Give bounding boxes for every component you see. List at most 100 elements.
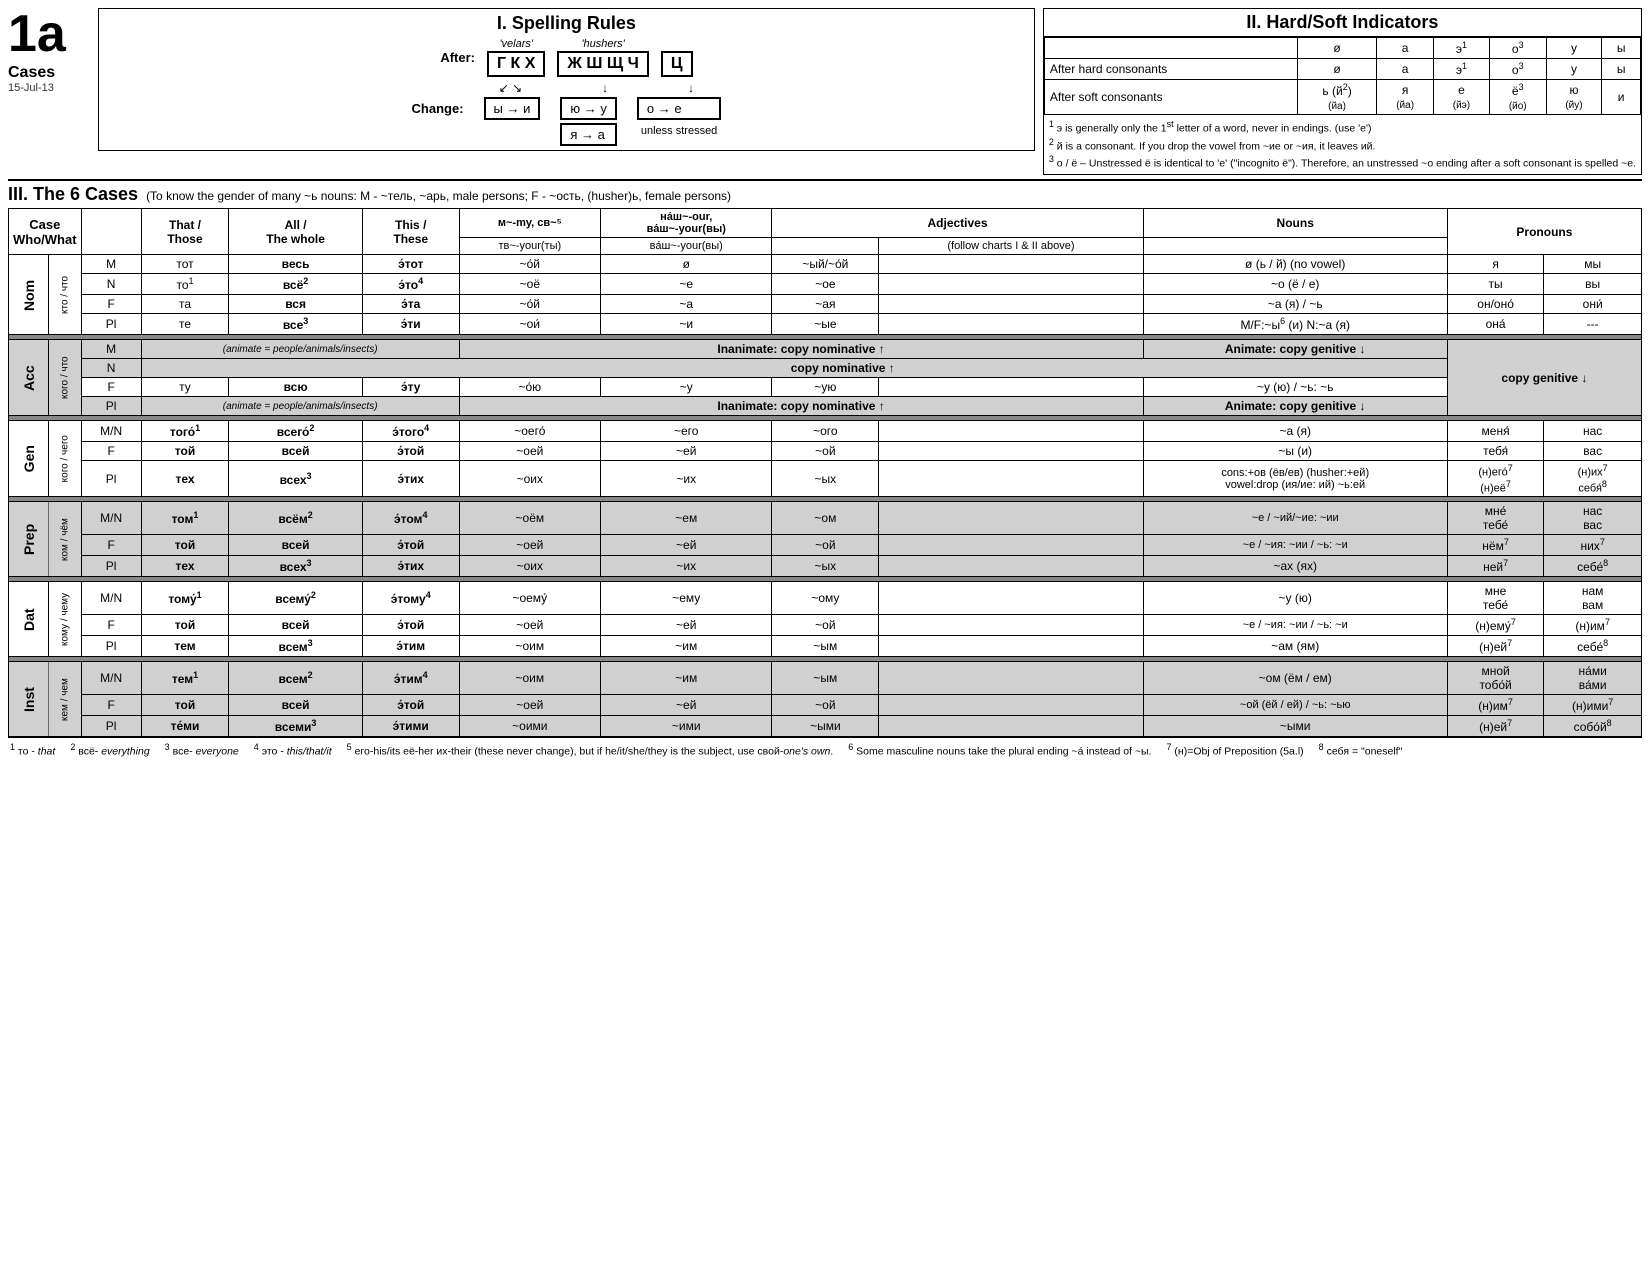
gen-mn-nouns: ~а (я) [1143,421,1447,442]
dat-mn-adj2 [879,582,1143,615]
gen-mn-gender: M/N [81,421,141,442]
nom-pl-that: те [141,314,229,335]
soft-val-1: я(йа) [1377,80,1434,115]
inst-pl-pron1: (н)ей7 [1447,716,1543,737]
change-label: Change: [412,101,464,116]
ts-box: Ц [661,51,693,77]
gen-pl-pron2: (н)их7себя́8 [1544,461,1642,497]
nom-n-row: N то1 всё2 э́то4 ~оё ~е ~ое ~о (ё / е) т… [9,274,1642,295]
inst-mn-this: э́тим4 [362,662,459,695]
soft-val-0: ь (й2)(йа) [1297,80,1376,115]
prep-pl-mv: ~оих [459,556,600,577]
gen-mn-that: того́1 [141,421,229,442]
nom-pl-this: э́ти [362,314,459,335]
acc-pl-row: Pl (animate = people/animals/insects) In… [9,397,1642,416]
hs-header-row: ø а э1 о3 у ы [1044,38,1640,59]
hs-fn-2: 2 й is a consonant. If you drop the vowe… [1049,136,1636,154]
acc-pl-animate: Animate: copy genitive ↓ [1143,397,1447,416]
gen-pl-pron1: (н)его́7(н)её7 [1447,461,1543,497]
prep-mn-adj2 [879,502,1143,535]
nom-label: Nom [9,255,49,335]
gen-mn-adj2 [879,421,1143,442]
acc-m-animate: Animate: copy genitive ↓ [1143,340,1447,359]
adj-sub1 [772,238,879,255]
nom-n-this: э́то4 [362,274,459,295]
dat-f-gender: F [81,615,141,636]
inst-pl-pron2: собо́й8 [1544,716,1642,737]
gen-mn-adj1: ~ого [772,421,879,442]
dat-pl-mv: ~оим [459,636,600,657]
nom-pl-adj2 [879,314,1143,335]
acc-pl-animate-note: (animate = people/animals/insects) [141,397,459,416]
inst-pl-adj2 [879,716,1143,737]
gen-mn-nash: ~его [601,421,772,442]
acc-n-row: N copy nominative ↑ [9,359,1642,378]
nom-n-nouns: ~о (ё / е) [1143,274,1447,295]
gen-mn-pron1: меня́ [1447,421,1543,442]
velars-group: 'velars' Г К Х [487,38,545,77]
prep-mn-row: Prep ком / чём M/N том1 всём2 э́том4 ~оё… [9,502,1642,535]
dat-mn-nash: ~ему [601,582,772,615]
hard-row-label: After hard consonants [1044,59,1297,80]
gen-mn-row: Gen кого / чего M/N того́1 всего́2 э́тог… [9,421,1642,442]
dat-label: Dat [9,582,49,657]
dat-pl-row: Pl тем всем3 э́тим ~оим ~им ~ым ~ам (ям)… [9,636,1642,657]
dat-mn-pron2: намвам [1544,582,1642,615]
nash-header: на́ш~-our,ва́ш~-your(вы) [601,209,772,238]
nom-m-all: весь [229,255,363,274]
nouns-header: Nouns [1143,209,1447,238]
page-id: 1a [8,8,88,60]
inst-mn-that: тем1 [141,662,229,695]
date-label: 15-Jul-13 [8,82,98,94]
nom-n-mv: ~оё [459,274,600,295]
prep-f-nouns: ~е / ~ия: ~ии / ~ь: ~и [1143,535,1447,556]
inst-mn-pron2: на́мива́ми [1544,662,1642,695]
dat-mn-all: всему́2 [229,582,363,615]
inst-f-nash: ~ей [601,695,772,716]
dat-pl-adj1: ~ым [772,636,879,657]
acc-f-this: э́ту [362,378,459,397]
hs-col-4: у [1546,38,1602,59]
nom-f-all: вся [229,295,363,314]
prep-f-adj2 [879,535,1143,556]
gen-f-all: всей [229,442,363,461]
nom-n-gender: N [81,274,141,295]
nom-f-gender: F [81,295,141,314]
col-header-row-1: CaseWho/What That /Those All /The whole … [9,209,1642,238]
after-row: After: 'velars' Г К Х 'hushers' Ж Ш Щ Ч … [440,38,692,77]
dat-mn-pron1: мнетебе́ [1447,582,1543,615]
this-header: This /These [362,209,459,255]
acc-n-note: copy nominative ↑ [141,359,1544,378]
dat-mn-mv: ~оему́ [459,582,600,615]
gen-pl-nouns: cons:+ов (ёв/ев) (husher:+ей)vowel:drop … [1143,461,1447,497]
gen-f-this: э́той [362,442,459,461]
arrow2: ↓ [602,81,608,95]
gen-f-nash: ~ей [601,442,772,461]
hard-val-0: ø [1297,59,1376,80]
nom-pl-nouns: M/F:~ы6 (и) N:~а (я) [1143,314,1447,335]
gen-f-that: той [141,442,229,461]
inst-f-that: той [141,695,229,716]
gender-header [81,209,141,255]
inst-pl-adj1: ~ыми [772,716,879,737]
adj-sub2: (follow charts I & II above) [879,238,1143,255]
inst-side-label: кем / чем [49,662,81,737]
dat-f-this: э́той [362,615,459,636]
unless-stressed: unless stressed [637,123,721,139]
prep-mn-nash: ~ем [601,502,772,535]
acc-m-gender: М [81,340,141,359]
prep-pl-row: Pl тех всех3 э́тих ~оих ~их ~ых ~ах (ях)… [9,556,1642,577]
dat-mn-this: э́тому4 [362,582,459,615]
fn-1: 1 то - that [10,742,55,758]
gen-pl-all: всех3 [229,461,363,497]
dat-f-adj2 [879,615,1143,636]
page: 1a Cases 15-Jul-13 I. Spelling Rules Aft… [8,8,1642,762]
dat-pl-that: тем [141,636,229,657]
dat-pl-pron1: (н)ей7 [1447,636,1543,657]
acc-m-animate-note: (animate = people/animals/insects) [141,340,459,359]
nom-f-this: э́та [362,295,459,314]
prep-f-all: всей [229,535,363,556]
hard-val-2: э1 [1434,59,1490,80]
acc-f-mv: ~о́ю [459,378,600,397]
nom-pl-gender: Pl [81,314,141,335]
